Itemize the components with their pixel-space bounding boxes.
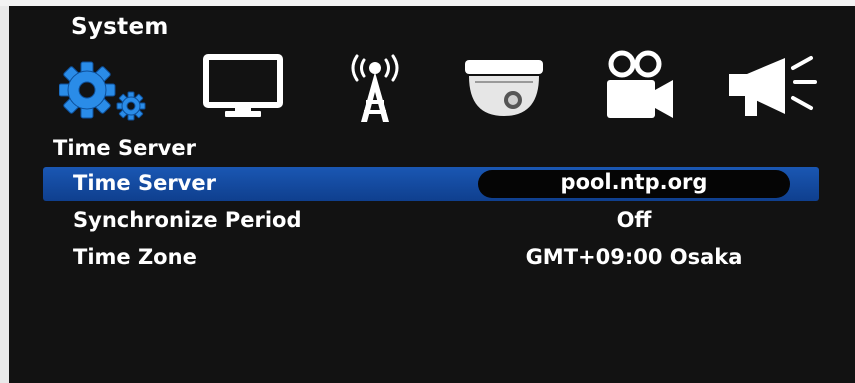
settings-row-synchronize-period[interactable]: Synchronize Period Off: [43, 204, 819, 238]
time-server-value: pool.ntp.org: [560, 170, 708, 194]
settings-row-time-server[interactable]: Time Server pool.ntp.org: [43, 167, 819, 201]
time-server-field[interactable]: pool.ntp.org: [478, 170, 790, 198]
alarm-megaphone-icon[interactable]: [725, 52, 821, 126]
row-label: Synchronize Period: [73, 208, 302, 232]
osd-screen: System Time Server Time Server pool.ntp.…: [9, 6, 855, 383]
section-subheader: Time Server: [53, 136, 196, 160]
category-icon-bar: [9, 44, 855, 128]
system-gear-icon[interactable]: [58, 48, 155, 128]
time-zone-value[interactable]: GMT+09:00 Osaka: [478, 245, 790, 269]
window-left-edge: [0, 6, 9, 383]
network-antenna-icon[interactable]: [339, 46, 411, 130]
dome-camera-icon[interactable]: [461, 58, 547, 124]
synchronize-period-value[interactable]: Off: [478, 208, 790, 232]
page-title: System: [71, 14, 169, 40]
display-monitor-icon[interactable]: [201, 54, 287, 122]
row-label: Time Zone: [73, 245, 197, 269]
row-label: Time Server: [73, 171, 216, 195]
recording-camera-icon[interactable]: [601, 48, 683, 126]
settings-row-time-zone[interactable]: Time Zone GMT+09:00 Osaka: [43, 241, 819, 275]
